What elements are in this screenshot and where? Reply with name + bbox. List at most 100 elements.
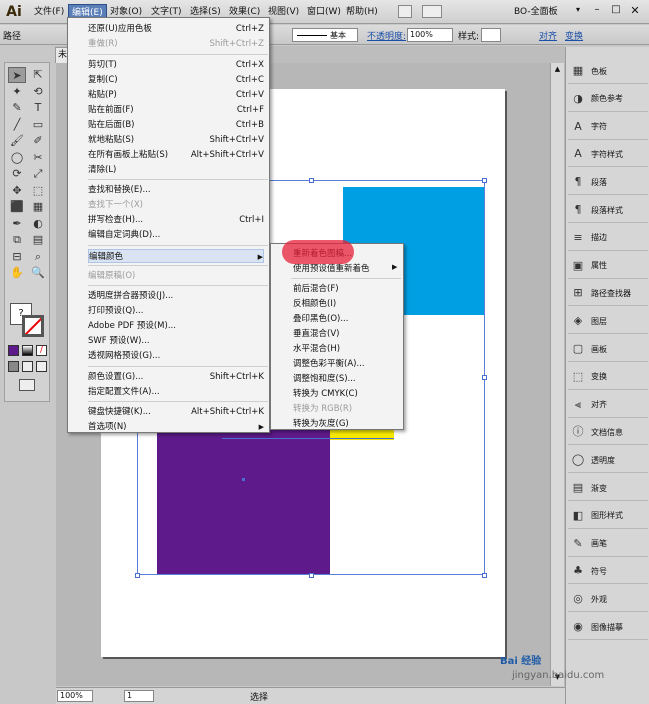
panel-tab[interactable]: A 字符样式 (568, 142, 648, 168)
scroll-up-icon[interactable]: ▲ (552, 65, 563, 75)
paintbrush-icon[interactable]: 🖌 (8, 133, 26, 149)
mesh-tool-icon[interactable]: ✒ (8, 216, 26, 232)
color-submenu-item[interactable]: 调整色彩平衡(A)... (293, 357, 401, 371)
zoom-tool-icon[interactable]: 🔍 (29, 265, 47, 281)
edit-menu-item[interactable]: 清除(L) (88, 163, 264, 177)
bridge-icon[interactable] (398, 5, 412, 18)
line-tool-icon[interactable]: ╱ (8, 117, 26, 133)
arrange-documents-icon[interactable] (422, 5, 442, 18)
edit-menu-item[interactable]: 粘贴(P) Ctrl+V (88, 88, 264, 102)
panel-tab[interactable]: ◑ 颜色参考 (568, 87, 648, 112)
color-submenu-item[interactable]: 垂直混合(V) (293, 327, 401, 341)
panel-tab[interactable]: ◯ 透明度 (568, 448, 648, 474)
panel-tab[interactable]: ◉ 图像描摹 (568, 615, 648, 640)
perspective-grid-icon[interactable]: ▦ (29, 199, 47, 215)
bbox-handle-tm[interactable] (309, 178, 314, 183)
screen-mode-icon[interactable] (19, 379, 35, 391)
color-submenu-item[interactable]: 转换为灰度(G) (293, 417, 401, 431)
lasso-icon[interactable]: ⟲ (29, 84, 47, 100)
zoom-select[interactable]: 100% (57, 690, 93, 702)
edit-menu-item[interactable]: 查找和替换(E)... (88, 183, 264, 197)
symbol-sprayer-icon[interactable]: ⊟ (8, 249, 26, 265)
color-submenu-item[interactable]: 转换为 CMYK(C) (293, 387, 401, 401)
rectangle-tool-icon[interactable]: ▭ (29, 117, 47, 133)
direct-selection-tool-icon[interactable]: ⇱ (29, 67, 47, 83)
edit-menu-item[interactable]: 编辑颜色 ▶ (88, 249, 264, 263)
panel-tab[interactable]: A 字符 (568, 115, 648, 140)
color-submenu-item[interactable]: 水平混合(H) (293, 342, 401, 356)
opacity-link[interactable]: 不透明度: (367, 29, 406, 42)
opacity-input[interactable]: 100% (407, 28, 453, 42)
panel-tab[interactable]: ▤ 渐变 (568, 476, 648, 501)
close-icon[interactable]: ✕ (626, 4, 644, 19)
edit-menu-item[interactable]: 透视网格预设(G)... (88, 349, 264, 363)
panel-tab[interactable]: ≡ 描边 (568, 226, 648, 251)
edit-menu-item[interactable]: SWF 预设(W)... (88, 334, 264, 348)
minimize-icon[interactable]: – (588, 4, 606, 19)
eraser-icon[interactable]: ✂ (29, 150, 47, 166)
free-transform-icon[interactable]: ⬚ (29, 183, 47, 199)
edit-menu-item[interactable]: 打印预设(Q)... (88, 304, 264, 318)
panel-tab[interactable]: ✎ 画笔 (568, 532, 648, 557)
menu-6[interactable]: 视图(V) (265, 4, 302, 20)
bbox-handle-bl[interactable] (135, 573, 140, 578)
scale-tool-icon[interactable]: ⤢ (29, 166, 47, 182)
bbox-handle-mr[interactable] (482, 375, 487, 380)
panel-tab[interactable]: ◎ 外观 (568, 587, 648, 613)
bbox-handle-tr[interactable] (482, 178, 487, 183)
color-submenu-item[interactable]: 调整饱和度(S)... (293, 372, 401, 386)
panel-tab[interactable]: ♣ 符号 (568, 559, 648, 585)
panel-tab[interactable]: ⓘ 文档信息 (568, 420, 648, 446)
edit-menu-item[interactable]: 在所有画板上粘贴(S) Alt+Shift+Ctrl+V (88, 148, 264, 162)
edit-menu-item[interactable]: 贴在前面(F) Ctrl+F (88, 103, 264, 117)
panel-tab[interactable]: ▢ 画板 (568, 337, 648, 362)
shape-builder-icon[interactable]: ⬛ (8, 199, 26, 215)
bbox-handle-br[interactable] (482, 573, 487, 578)
artboard-number-input[interactable]: 1 (124, 690, 154, 702)
workspace-switcher[interactable]: BO-全面板 (514, 5, 558, 19)
color-submenu-item[interactable]: 叠印黑色(O)... (293, 312, 401, 326)
rotate-tool-icon[interactable]: ⟳ (8, 166, 26, 182)
type-tool-icon[interactable]: T (29, 100, 47, 116)
pencil-icon[interactable]: ✐ (29, 133, 47, 149)
bbox-handle-bm[interactable] (309, 573, 314, 578)
menu-8[interactable]: 帮助(H) (343, 4, 381, 20)
column-graph-icon[interactable]: ⌕ (29, 249, 47, 265)
panel-tab[interactable]: ▦ 色板 (568, 59, 648, 84)
blend-tool-icon[interactable]: ▤ (29, 232, 47, 248)
stroke-profile-select[interactable]: 基本 (292, 28, 358, 42)
pen-tool-icon[interactable]: ✎ (8, 100, 26, 116)
transform-link[interactable]: 变换 (565, 29, 583, 42)
edit-menu-item[interactable]: Adobe PDF 预设(M)... (88, 319, 264, 333)
edit-menu-item[interactable]: 拼写检查(H)... Ctrl+I (88, 213, 264, 227)
color-mode-buttons[interactable]: / (8, 345, 48, 357)
edit-menu-item[interactable]: 透明度拼合器预设(J)... (88, 289, 264, 303)
selection-tool-icon[interactable]: ➤ (8, 67, 26, 83)
panel-tab[interactable]: ◈ 图层 (568, 309, 648, 335)
blob-brush-icon[interactable]: ◯ (8, 150, 26, 166)
edit-menu-item[interactable]: 还原(U)应用色板 Ctrl+Z (88, 22, 264, 36)
edit-menu-item[interactable]: 剪切(T) Ctrl+X (88, 58, 264, 72)
eyedropper-icon[interactable]: ⧉ (8, 232, 26, 248)
width-tool-icon[interactable]: ✥ (8, 183, 26, 199)
panel-tab[interactable]: ¶ 段落样式 (568, 198, 648, 223)
maximize-icon[interactable]: □ (607, 4, 625, 19)
hand-tool-icon[interactable]: ✋ (8, 265, 26, 281)
edit-menu-item[interactable]: 贴在后面(B) Ctrl+B (88, 118, 264, 132)
menu-0[interactable]: 文件(F) (31, 4, 67, 20)
workspace-dropdown-icon[interactable]: ▾ (576, 5, 586, 17)
edit-menu-item[interactable]: 编辑自定词典(D)... (88, 228, 264, 242)
panel-tab[interactable]: ⊞ 路径查找器 (568, 281, 648, 307)
panel-tab[interactable]: ¶ 段落 (568, 170, 648, 196)
align-link[interactable]: 对齐 (539, 29, 557, 42)
stroke-swatch-icon[interactable] (22, 315, 44, 337)
draw-mode-buttons[interactable] (8, 361, 48, 373)
fill-stroke-control[interactable]: ? (8, 301, 46, 339)
panel-tab[interactable]: ▣ 属性 (568, 254, 648, 279)
edit-menu-item[interactable]: 颜色设置(G)... Shift+Ctrl+K (88, 370, 264, 384)
magic-wand-icon[interactable]: ✦ (8, 84, 26, 100)
vertical-scrollbar[interactable]: ▲ ▼ (550, 63, 564, 686)
panel-tab[interactable]: ◧ 图形样式 (568, 504, 648, 529)
color-submenu-item[interactable]: 使用预设值重新着色 (293, 262, 401, 276)
graphic-style-swatch[interactable] (481, 28, 501, 42)
